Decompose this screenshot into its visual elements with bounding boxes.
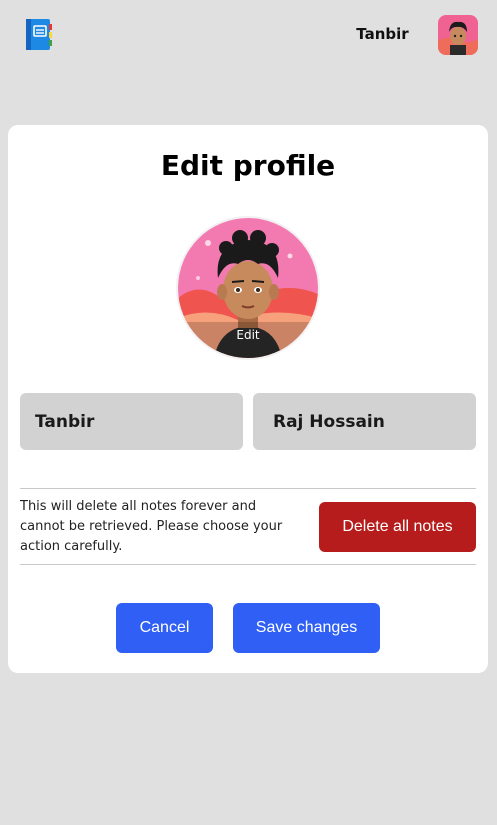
user-avatar[interactable] [438, 15, 478, 55]
save-changes-button[interactable]: Save changes [233, 603, 380, 653]
divider-bottom [20, 564, 476, 565]
delete-warning-text: This will delete all notes forever and c… [20, 499, 283, 554]
first-name-field[interactable] [20, 393, 243, 450]
last-name-field[interactable] [253, 393, 476, 450]
avatar-edit-label[interactable]: Edit [178, 328, 318, 342]
edit-profile-card: Edit profile Edit Tanbir Raj Hossain Thi… [8, 125, 488, 673]
cancel-button[interactable]: Cancel [116, 603, 213, 653]
notebook-icon[interactable] [25, 19, 52, 50]
top-bar: Tanbir [0, 0, 497, 70]
profile-avatar[interactable]: Edit [176, 216, 320, 360]
header-user-name: Tanbir [356, 25, 409, 43]
delete-all-notes-button[interactable]: Delete all notes [319, 502, 476, 552]
page-title: Edit profile [160, 149, 336, 182]
divider-top [20, 488, 476, 489]
